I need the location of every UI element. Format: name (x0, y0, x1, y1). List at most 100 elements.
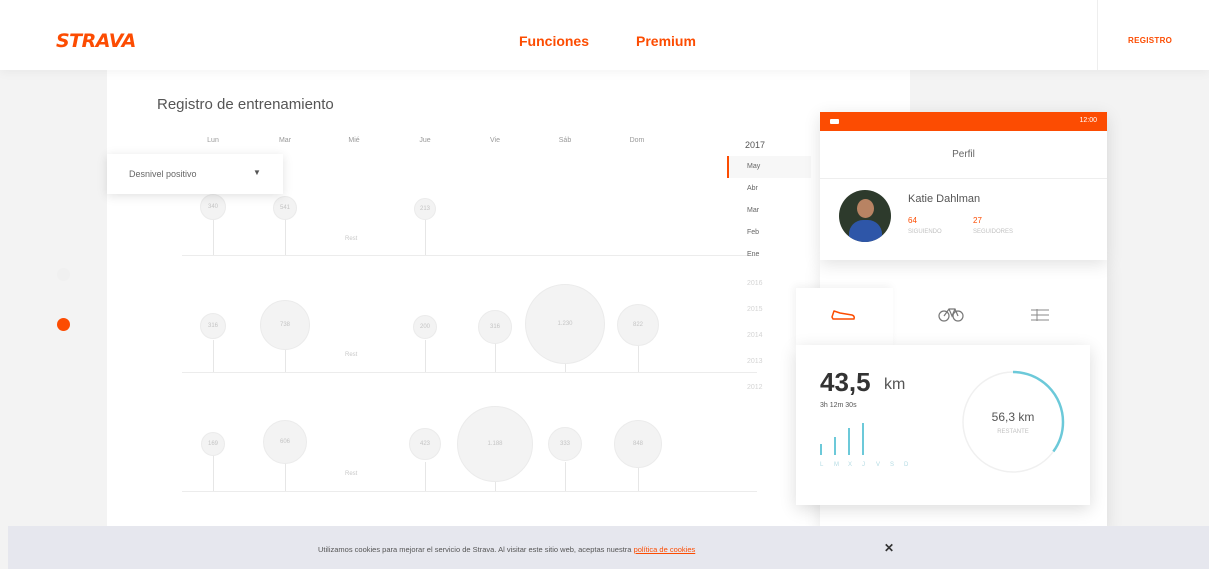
section-dot-inactive[interactable] (57, 268, 70, 281)
day-header: Vie (490, 137, 500, 144)
list-icon (1031, 309, 1049, 321)
cookie-message: Utilizamos cookies para mejorar el servi… (318, 545, 632, 554)
avatar-body (849, 220, 882, 242)
bubble-stem (638, 468, 639, 491)
register-button[interactable]: REGISTRO (1128, 36, 1172, 45)
bubble-stem (495, 342, 496, 372)
year-item[interactable]: 2013 (747, 358, 763, 365)
month-item[interactable]: Abr (747, 185, 758, 192)
year-label: 2017 (745, 140, 766, 150)
week-baseline (182, 491, 757, 492)
weekly-bar (820, 444, 822, 455)
bubble-stem (213, 340, 214, 372)
year-item[interactable]: 2015 (747, 306, 763, 313)
weekday-letter: V (876, 462, 881, 468)
day-header: Sáb (558, 137, 572, 144)
weekday-letter: X (848, 462, 853, 468)
week-baseline (182, 372, 757, 373)
distance-value: 43,5 (820, 367, 871, 397)
month-item[interactable]: Feb (747, 229, 759, 236)
nav-link-premium[interactable]: Premium (636, 33, 696, 49)
activity-bubble[interactable]: 200 (413, 315, 437, 339)
month-active-indicator (727, 156, 729, 178)
tab-ride[interactable] (926, 300, 976, 330)
activity-bubble[interactable]: 606 (263, 420, 307, 464)
bubble-stem (425, 340, 426, 372)
activity-bubble[interactable]: 822 (617, 304, 659, 346)
bubble-stem (285, 462, 286, 491)
training-log-card: Registro de entrenamiento Lun Mar Mié Ju… (107, 70, 910, 540)
profile-divider (820, 178, 1107, 179)
metric-dropdown-label: Desnivel positivo (129, 169, 197, 179)
phone-status-bar: 12:00 (820, 112, 1107, 131)
followers-count[interactable]: 27 (973, 216, 982, 225)
month-item[interactable]: Mar (747, 207, 759, 214)
shoe-icon (831, 310, 855, 320)
week-baseline (182, 255, 757, 256)
weekly-bar (862, 423, 864, 455)
activity-bubble[interactable]: 316 (200, 313, 226, 339)
avatar[interactable] (839, 190, 891, 242)
weekly-bar (834, 437, 836, 455)
activity-bubble[interactable]: 169 (201, 432, 225, 456)
month-item[interactable]: Ene (747, 251, 759, 258)
bubble-stem (565, 462, 566, 491)
rest-day-label: Rest (345, 352, 358, 358)
goal-remaining-value: 56,3 km (991, 410, 1035, 424)
year-item[interactable]: 2014 (747, 332, 763, 339)
nav-link-funciones[interactable]: Funciones (519, 33, 589, 49)
activity-bubble[interactable]: 213 (414, 198, 436, 220)
activity-bubble[interactable]: 340 (200, 194, 226, 220)
caret-down-icon: ▼ (253, 168, 261, 177)
activity-bubble[interactable]: 541 (273, 196, 297, 220)
bubble-stem (213, 454, 214, 491)
weekly-bar (848, 428, 850, 455)
close-icon[interactable]: ✕ (884, 541, 894, 555)
weekday-letter: S (890, 462, 895, 468)
weekday-letter: L (820, 462, 824, 468)
weekday-letter: J (862, 462, 865, 468)
training-log-title: Registro de entrenamiento (157, 96, 334, 113)
strava-logo[interactable]: STRAVA (56, 30, 136, 52)
rest-day-label: Rest (345, 471, 358, 477)
goal-remaining-label: RESTANTE (997, 429, 1029, 435)
tab-list[interactable] (1013, 300, 1063, 330)
avatar-head (857, 199, 874, 218)
month-item[interactable]: May (747, 163, 760, 170)
battery-icon (830, 119, 839, 124)
section-dot-active[interactable] (57, 318, 70, 331)
activity-bubble[interactable]: 423 (409, 428, 441, 460)
profile-phone-screen: 12:00 Perfil Katie Dahlman 64 SIGUIENDO … (820, 112, 1107, 260)
bubble-stem (285, 350, 286, 372)
activity-bubble[interactable]: 316 (478, 310, 512, 344)
day-header: Mar (278, 137, 292, 144)
rest-day-label: Rest (345, 236, 358, 242)
nav-divider (1097, 0, 1098, 70)
day-header: Jue (419, 137, 431, 144)
weekly-stats-card: 43,5 km 3h 12m 30s L M X J V S D 56,3 km… (796, 345, 1090, 505)
cookie-text: Utilizamos cookies para mejorar el servi… (318, 545, 695, 554)
bike-icon (938, 308, 964, 322)
bubble-stem (638, 346, 639, 372)
activity-bubble[interactable]: 738 (260, 300, 310, 350)
distance-unit: km (884, 376, 906, 393)
tab-run[interactable] (796, 288, 893, 348)
day-header: Mié (348, 137, 360, 144)
activity-bubble[interactable]: 333 (548, 427, 582, 461)
activity-bubble[interactable]: 1.230 (525, 284, 605, 364)
status-time: 12:00 (1079, 117, 1097, 124)
following-count[interactable]: 64 (908, 216, 917, 225)
followers-label: SEGUIDORES (973, 229, 1014, 235)
weekday-letter: D (904, 462, 909, 468)
year-item[interactable]: 2016 (747, 280, 763, 287)
activity-bubble[interactable]: 1.188 (457, 406, 533, 482)
month-highlight (729, 156, 811, 178)
metric-dropdown[interactable]: Desnivel positivo ▼ (107, 154, 283, 194)
year-item[interactable]: 2012 (747, 384, 763, 391)
bubble-stem (495, 482, 496, 491)
activity-bubble[interactable]: 848 (614, 420, 662, 468)
following-label: SIGUIENDO (908, 229, 942, 235)
duration-value: 3h 12m 30s (820, 402, 857, 409)
athlete-name[interactable]: Katie Dahlman (908, 193, 980, 205)
cookie-policy-link[interactable]: política de cookies (634, 545, 696, 554)
